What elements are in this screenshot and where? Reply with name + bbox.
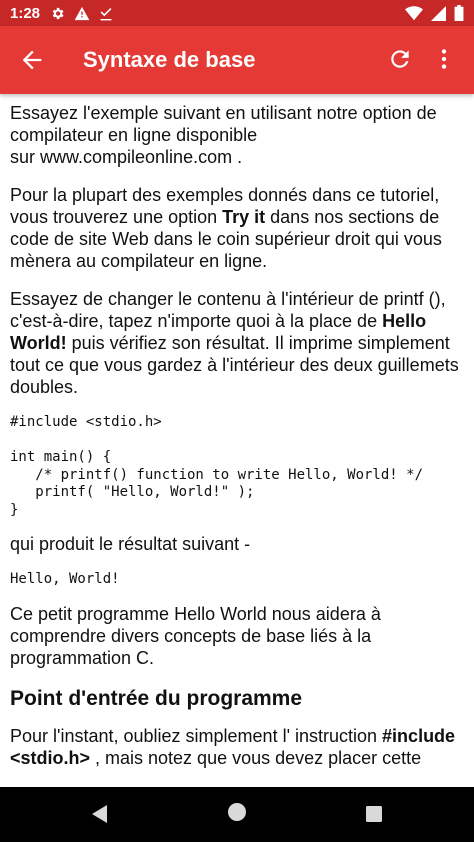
paragraph-text: sur www.compileonline.com . bbox=[10, 147, 243, 167]
status-bar: 1:28 bbox=[0, 0, 474, 26]
paragraph-text: Essayez l'exemple suivant en utilisant n… bbox=[10, 103, 437, 145]
paragraph-entry-point: Pour l'instant, oubliez simplement l' in… bbox=[10, 725, 464, 769]
code-block-program: #include <stdio.h> int main() { /* print… bbox=[10, 414, 424, 518]
nav-recents-icon[interactable] bbox=[364, 804, 384, 824]
download-check-icon bbox=[99, 6, 113, 21]
wifi-icon bbox=[405, 5, 423, 21]
status-time: 1:28 bbox=[10, 4, 41, 22]
arrow-left-icon[interactable] bbox=[18, 46, 46, 74]
paragraph-text: puis vérifiez son résultat. Il imprime s… bbox=[10, 333, 459, 397]
more-vert-icon[interactable] bbox=[434, 46, 454, 72]
section-heading: Point d'entrée du programme bbox=[10, 686, 303, 710]
page-title: Syntaxe de base bbox=[83, 47, 256, 72]
paragraph-text: , mais notez que vous devez placer cette bbox=[90, 747, 422, 768]
paragraph-printf: Essayez de changer le contenu à l'intéri… bbox=[10, 288, 464, 398]
paragraph-text: Pour l'instant, oubliez simplement l' in… bbox=[10, 725, 383, 746]
code-block-output: Hello, World! bbox=[10, 571, 120, 587]
nav-home-icon[interactable] bbox=[226, 801, 248, 823]
nav-back-icon[interactable] bbox=[88, 802, 112, 826]
cell-signal-icon bbox=[431, 5, 446, 21]
paragraph-hello-world: Ce petit programme Hello World nous aide… bbox=[10, 603, 381, 668]
paragraph-text: Essayez de changer le contenu à l'intéri… bbox=[10, 289, 446, 331]
paragraph-result: qui produit le résultat suivant - bbox=[10, 534, 251, 554]
refresh-icon[interactable] bbox=[387, 46, 413, 72]
battery-icon bbox=[454, 5, 464, 21]
gear-icon bbox=[50, 6, 65, 21]
article-content[interactable]: Essayez l'exemple suivant en utilisant n… bbox=[0, 94, 474, 787]
paragraph-try-it: Pour la plupart des exemples donnés dans… bbox=[10, 184, 464, 272]
system-nav-bar bbox=[0, 787, 474, 842]
paragraph-intro: Essayez l'exemple suivant en utilisant n… bbox=[10, 102, 464, 168]
warning-icon bbox=[74, 6, 90, 21]
app-bar: Syntaxe de base bbox=[0, 26, 474, 94]
bold-text: Try it bbox=[222, 207, 266, 227]
